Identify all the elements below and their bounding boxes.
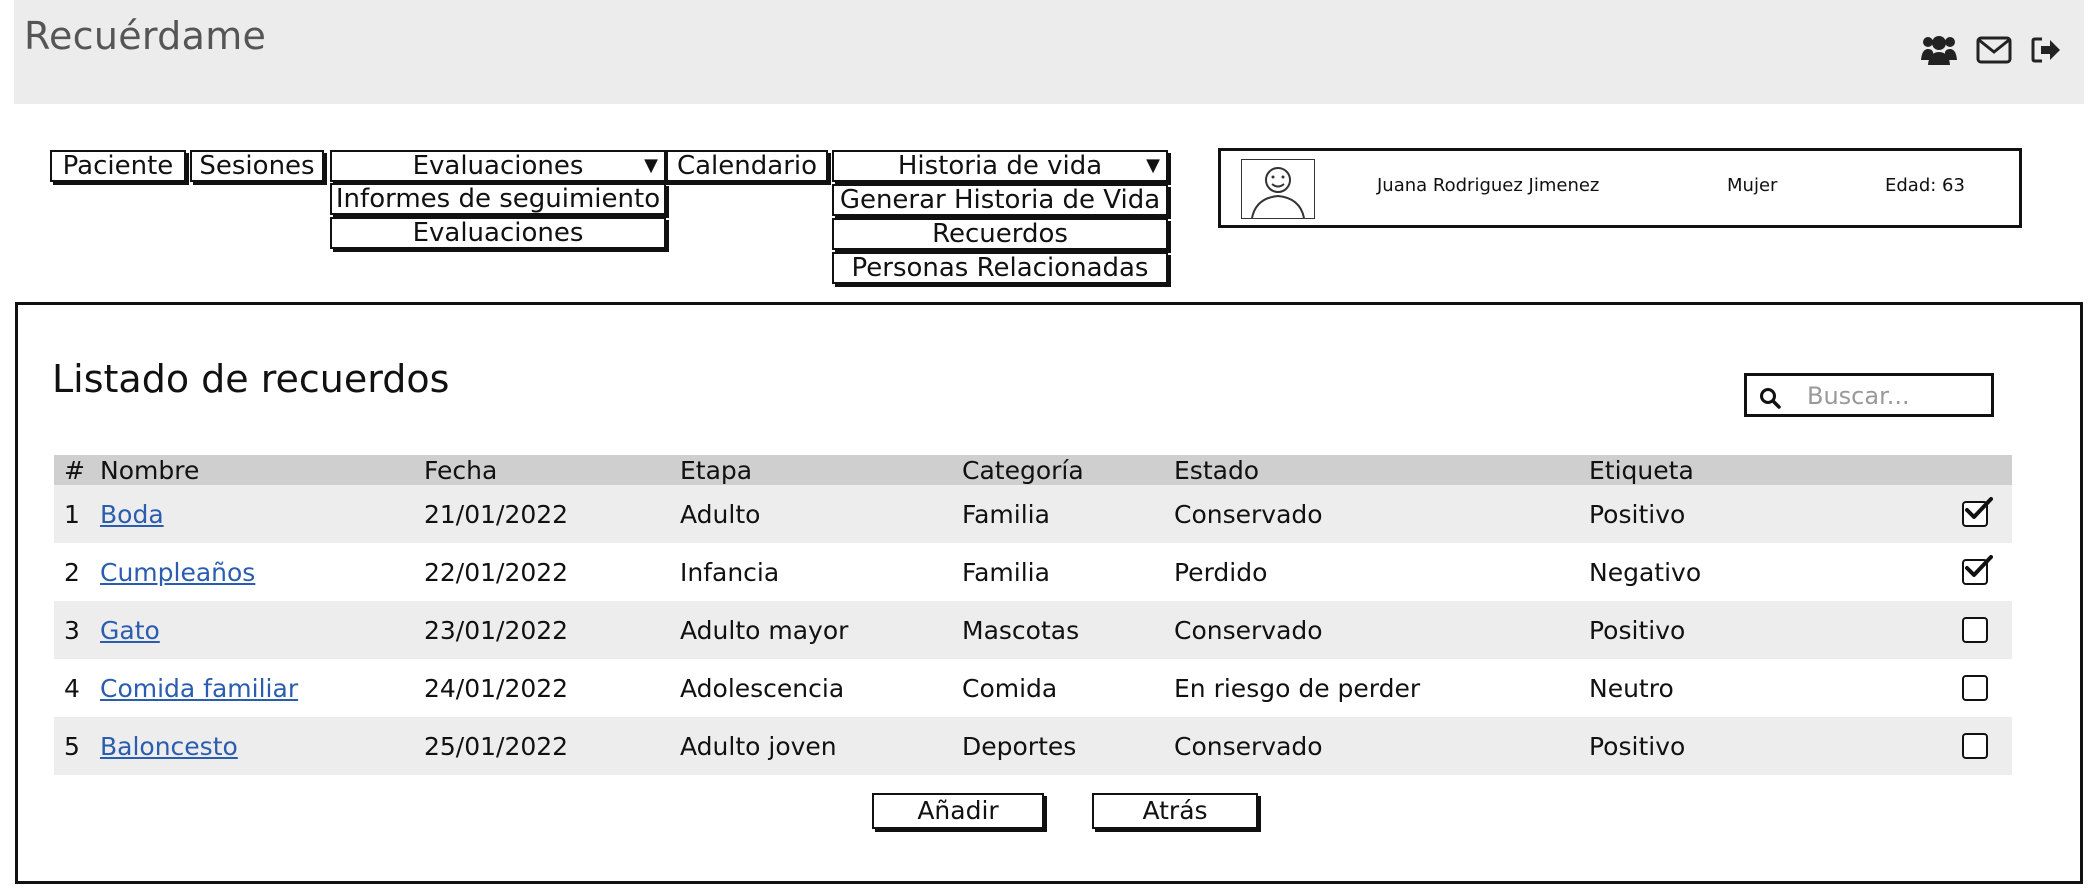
nav-evaluaciones-label: Evaluaciones — [412, 151, 584, 181]
row-category: Mascotas — [962, 615, 1080, 645]
dropdown-arrow-icon: ▼ — [644, 155, 658, 176]
table-row: 5 Baloncesto 25/01/2022 Adulto joven Deporte… — [54, 717, 2012, 775]
avatar — [1241, 159, 1315, 219]
header-icons — [1920, 34, 2062, 66]
nav-evaluaciones[interactable]: Evaluaciones ▼ — [330, 150, 666, 182]
patient-age: Edad: 63 — [1885, 175, 1965, 196]
row-category: Deportes — [962, 731, 1077, 761]
row-state: En riesgo de perder — [1174, 673, 1421, 703]
checkbox-unchecked[interactable] — [1962, 675, 1988, 701]
patient-name: Juana Rodriguez Jimenez — [1377, 175, 1600, 196]
row-num: 1 — [64, 499, 80, 529]
row-stage: Adulto joven — [680, 731, 837, 761]
row-tag: Neutro — [1589, 673, 1674, 703]
check-icon — [1965, 497, 1993, 519]
header-tag[interactable]: Etiqueta — [1589, 455, 1694, 485]
row-date: 24/01/2022 — [424, 673, 569, 703]
row-num: 3 — [64, 615, 80, 645]
menu-item-personas-relacionadas[interactable]: Personas Relacionadas — [832, 252, 1168, 284]
memory-link[interactable]: Comida familiar — [100, 674, 298, 703]
search-input[interactable] — [1807, 380, 1983, 412]
row-date: 21/01/2022 — [424, 499, 569, 529]
header-category[interactable]: Categoría — [962, 455, 1084, 485]
row-date: 23/01/2022 — [424, 615, 569, 645]
header-name[interactable]: Nombre — [100, 455, 199, 485]
app-header: Recuérdame — [14, 0, 2084, 104]
nav-calendario[interactable]: Calendario — [666, 150, 828, 182]
memory-link[interactable]: Boda — [100, 500, 164, 529]
row-select-cell — [1962, 659, 1988, 717]
row-name: Comida familiar — [100, 659, 298, 717]
nav-sesiones[interactable]: Sesiones — [190, 150, 324, 182]
header-stage[interactable]: Etapa — [680, 455, 752, 485]
table-body: 1 Boda 21/01/2022 Adulto Familia Conservado Po… — [54, 485, 2012, 775]
row-tag: Positivo — [1589, 731, 1686, 761]
checkbox-checked[interactable] — [1962, 555, 1993, 585]
check-icon — [1965, 555, 1993, 577]
row-name: Gato — [100, 601, 160, 659]
row-tag: Negativo — [1589, 557, 1702, 587]
back-button[interactable]: Atrás — [1092, 793, 1258, 829]
row-state: Conservado — [1174, 615, 1323, 645]
page-title: Listado de recuerdos — [52, 357, 450, 401]
table-row: 3 Gato 23/01/2022 Adulto mayor Mascotas Conse… — [54, 601, 2012, 659]
row-state: Conservado — [1174, 499, 1323, 529]
row-select-cell — [1962, 543, 1993, 601]
row-tag: Positivo — [1589, 615, 1686, 645]
table-row: 1 Boda 21/01/2022 Adulto Familia Conservado Po… — [54, 485, 2012, 543]
nav-paciente[interactable]: Paciente — [50, 150, 186, 182]
menu-item-evaluaciones[interactable]: Evaluaciones — [330, 217, 666, 249]
row-select-cell — [1962, 485, 1993, 543]
row-num: 4 — [64, 673, 80, 703]
row-date: 22/01/2022 — [424, 557, 569, 587]
add-button[interactable]: Añadir — [872, 793, 1044, 829]
menu-item-informes[interactable]: Informes de seguimiento — [330, 183, 666, 215]
memories-table: # Nombre Fecha Etapa Categoría Estado Et… — [54, 455, 2012, 775]
users-icon[interactable] — [1920, 34, 1958, 66]
row-category: Familia — [962, 499, 1050, 529]
row-name: Cumpleaños — [100, 543, 255, 601]
nav-historia-de-vida[interactable]: Historia de vida ▼ — [832, 150, 1168, 182]
table-header: # Nombre Fecha Etapa Categoría Estado Et… — [54, 455, 2012, 485]
row-num: 2 — [64, 557, 80, 587]
row-stage: Adolescencia — [680, 673, 845, 703]
row-state: Conservado — [1174, 731, 1323, 761]
app-title: Recuérdame — [24, 14, 267, 58]
memory-link[interactable]: Gato — [100, 616, 160, 645]
sign-out-icon[interactable] — [2030, 36, 2062, 64]
row-name: Boda — [100, 485, 164, 543]
memories-panel: Listado de recuerdos # Nombre Fecha Etap… — [15, 302, 2083, 884]
table-row: 2 Cumpleaños 22/01/2022 Infancia Familia Perd… — [54, 543, 2012, 601]
memory-link[interactable]: Baloncesto — [100, 732, 238, 761]
table-row: 4 Comida familiar 24/01/2022 Adolescencia Co… — [54, 659, 2012, 717]
checkbox-unchecked[interactable] — [1962, 617, 1988, 643]
mail-icon[interactable] — [1976, 36, 2012, 64]
header-num: # — [64, 455, 85, 485]
patient-info-card: Juana Rodriguez Jimenez Mujer Edad: 63 — [1218, 148, 2022, 228]
nav-historia-label: Historia de vida — [897, 151, 1103, 181]
row-date: 25/01/2022 — [424, 731, 569, 761]
header-date[interactable]: Fecha — [424, 455, 497, 485]
row-category: Familia — [962, 557, 1050, 587]
row-state: Perdido — [1174, 557, 1268, 587]
row-stage: Infancia — [680, 557, 780, 587]
row-num: 5 — [64, 731, 80, 761]
row-tag: Positivo — [1589, 499, 1686, 529]
menu-item-recuerdos[interactable]: Recuerdos — [832, 218, 1168, 250]
search-box — [1744, 373, 1994, 417]
header-state[interactable]: Estado — [1174, 455, 1259, 485]
row-select-cell — [1962, 717, 1988, 775]
row-stage: Adulto mayor — [680, 615, 849, 645]
row-name: Baloncesto — [100, 717, 238, 775]
checkbox-checked[interactable] — [1962, 497, 1993, 527]
row-category: Comida — [962, 673, 1058, 703]
dropdown-arrow-icon: ▼ — [1146, 155, 1160, 176]
checkbox-unchecked[interactable] — [1962, 733, 1988, 759]
row-stage: Adulto — [680, 499, 761, 529]
memory-link[interactable]: Cumpleaños — [100, 558, 255, 587]
menu-item-generar-historia[interactable]: Generar Historia de Vida — [832, 184, 1168, 216]
patient-gender: Mujer — [1727, 175, 1778, 196]
row-select-cell — [1962, 601, 1988, 659]
